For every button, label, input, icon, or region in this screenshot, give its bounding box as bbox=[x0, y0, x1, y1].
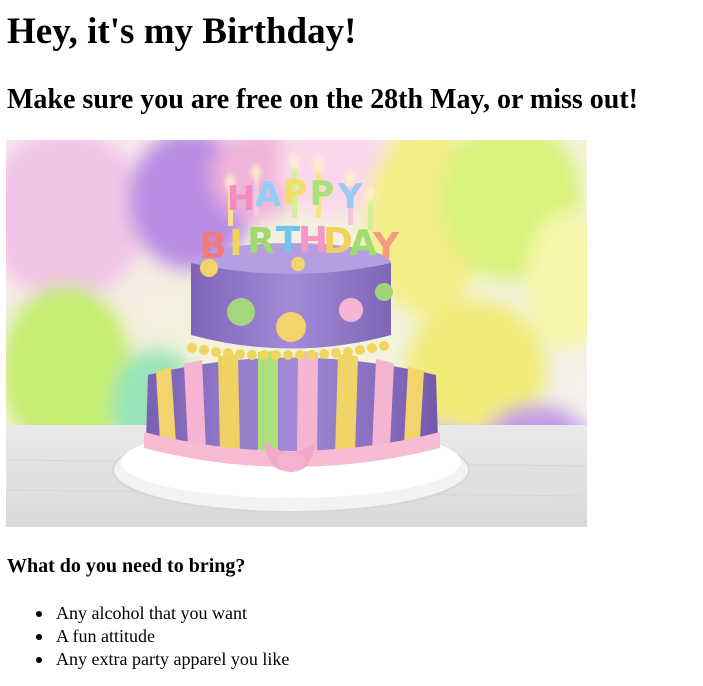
svg-text:Y: Y bbox=[337, 177, 363, 217]
svg-text:P: P bbox=[283, 173, 308, 213]
svg-text:A: A bbox=[255, 175, 282, 215]
list-item-text: Any extra party apparel you like bbox=[56, 649, 290, 669]
page: Hey, it's my Birthday! Make sure you are… bbox=[0, 0, 703, 686]
page-subtitle: Make sure you are free on the 28th May, … bbox=[7, 84, 638, 115]
bullet-icon bbox=[36, 611, 42, 617]
svg-text:R: R bbox=[247, 221, 275, 262]
list-item: A fun attitude bbox=[16, 625, 289, 648]
page-title: Hey, it's my Birthday! bbox=[7, 11, 357, 52]
list-item: Any alcohol that you want bbox=[16, 602, 289, 625]
bring-heading: What do you need to bring? bbox=[7, 555, 246, 577]
svg-text:I: I bbox=[229, 223, 242, 264]
svg-text:P: P bbox=[310, 174, 335, 214]
svg-text:B: B bbox=[199, 226, 226, 267]
bullet-icon bbox=[36, 634, 42, 640]
svg-text:Y: Y bbox=[372, 226, 400, 267]
list-item: Any extra party apparel you like bbox=[16, 648, 289, 671]
svg-text:H: H bbox=[227, 179, 255, 219]
bring-list: Any alcohol that you want A fun attitude… bbox=[16, 602, 289, 671]
list-item-text: Any alcohol that you want bbox=[56, 603, 247, 623]
bullet-icon bbox=[36, 657, 42, 663]
birthday-cake-image: H A P P Y B I R T H D A Y bbox=[6, 140, 587, 527]
list-item-text: A fun attitude bbox=[56, 626, 155, 646]
